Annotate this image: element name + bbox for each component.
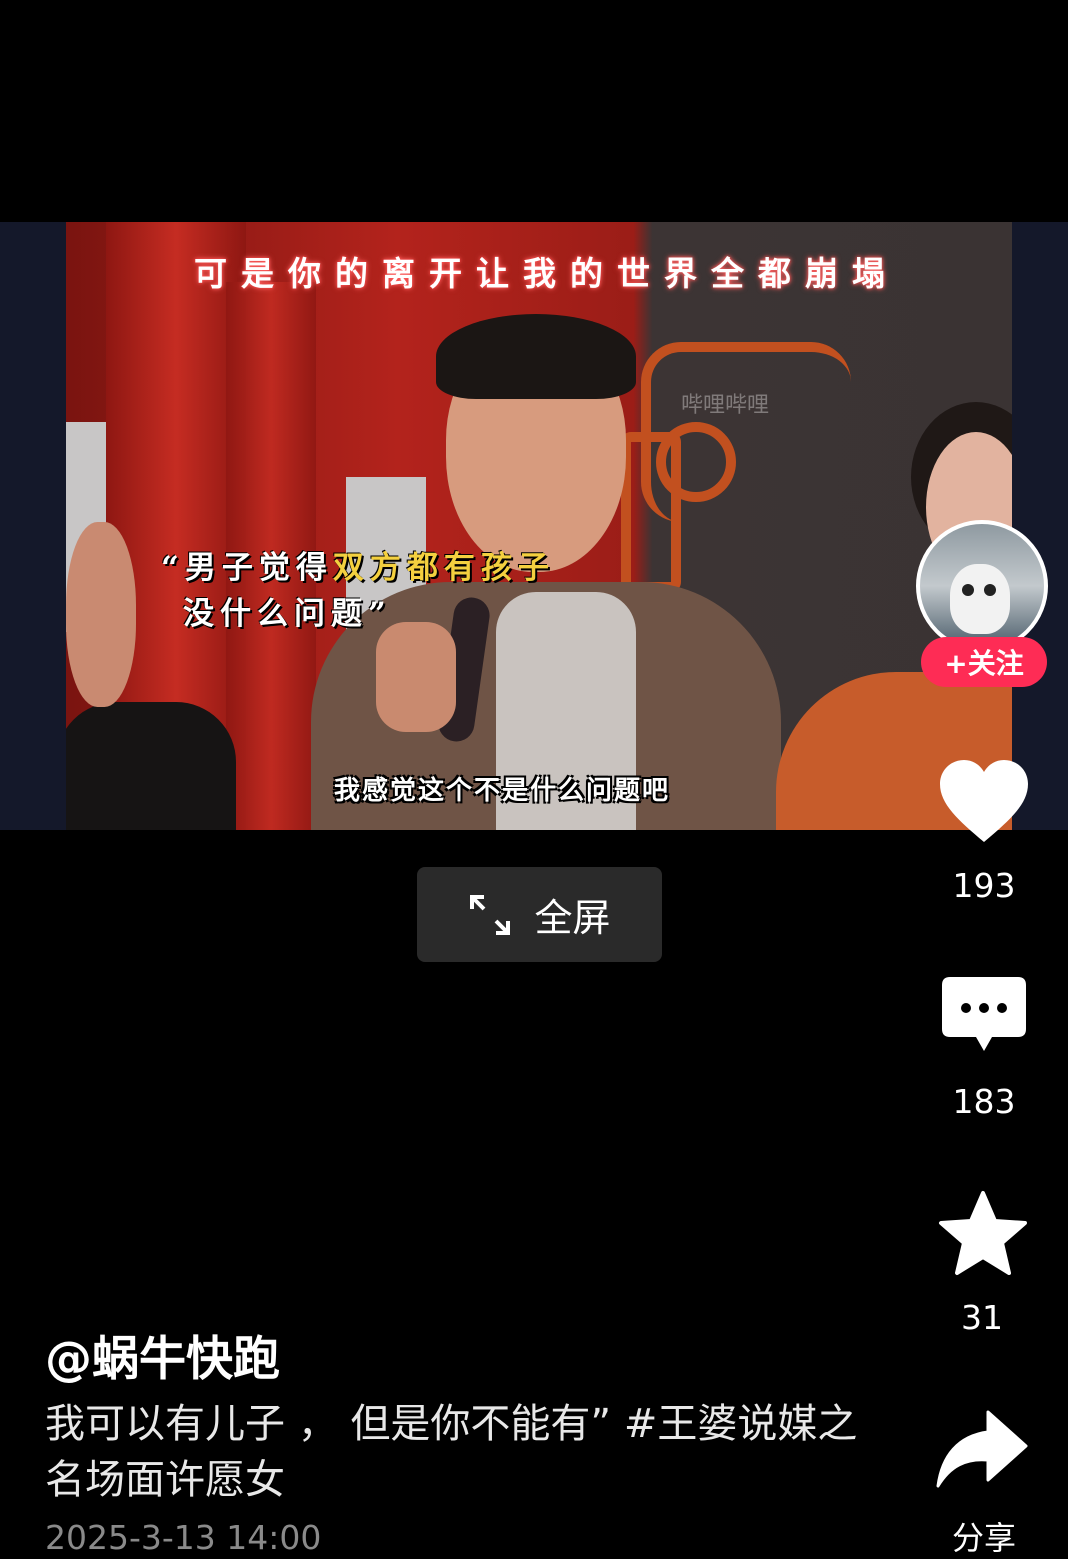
- author-avatar[interactable]: [916, 520, 1048, 652]
- star-icon[interactable]: [938, 1190, 1028, 1278]
- quote-highlight: 双方都有孩子: [332, 550, 555, 586]
- post-date: 2025-3-13 14:00: [45, 1518, 322, 1557]
- hand: [376, 622, 456, 732]
- favorite-count: 31: [961, 1298, 1003, 1337]
- watermark: 哔哩哔哩: [681, 393, 770, 418]
- expand-arrows-icon: [470, 894, 511, 935]
- bottom-subtitle: 我感觉这个不是什么问题吧: [334, 776, 671, 806]
- author-name[interactable]: @蜗牛快跑: [45, 1320, 280, 1389]
- quote-line-2: 没什么问题”: [183, 596, 392, 632]
- ornament: [621, 432, 681, 592]
- person-left-head: [66, 522, 136, 707]
- person-left: [66, 702, 236, 830]
- avatar-panda-eye: [962, 584, 974, 596]
- person-main-hair: [436, 314, 636, 399]
- quote-line-1: “男子觉得双方都有孩子: [161, 545, 555, 591]
- comment-icon[interactable]: [940, 975, 1028, 1057]
- video-frame: 哔哩哔哩 可是你的离开让我的世界全都崩塌 “男子觉得双方都有孩子 没什么问题” …: [66, 222, 1012, 830]
- like-count: 193: [952, 866, 1016, 905]
- fullscreen-label: 全屏: [534, 896, 611, 940]
- post-caption: 我可以有儿子 ， 但是你不能有” #王婆说媒之名场面许愿女: [45, 1401, 858, 1503]
- quote-white: “男子觉得: [161, 550, 333, 586]
- follow-button[interactable]: +关注: [921, 637, 1047, 687]
- avatar-panda: [950, 564, 1010, 634]
- video-player[interactable]: 哔哩哔哩 可是你的离开让我的世界全都崩塌 “男子觉得双方都有孩子 没什么问题” …: [0, 222, 1068, 830]
- comment-count: 183: [952, 1082, 1016, 1121]
- share-label[interactable]: 分享: [924, 1513, 1044, 1559]
- quote-overlay: “男子觉得双方都有孩子 没什么问题”: [161, 545, 555, 637]
- avatar-panda-eye: [984, 584, 996, 596]
- fullscreen-button[interactable]: 全屏: [417, 867, 662, 962]
- top-subtitle: 可是你的离开让我的世界全都崩塌: [194, 254, 899, 293]
- share-icon[interactable]: [936, 1410, 1028, 1490]
- heart-icon[interactable]: [938, 758, 1030, 846]
